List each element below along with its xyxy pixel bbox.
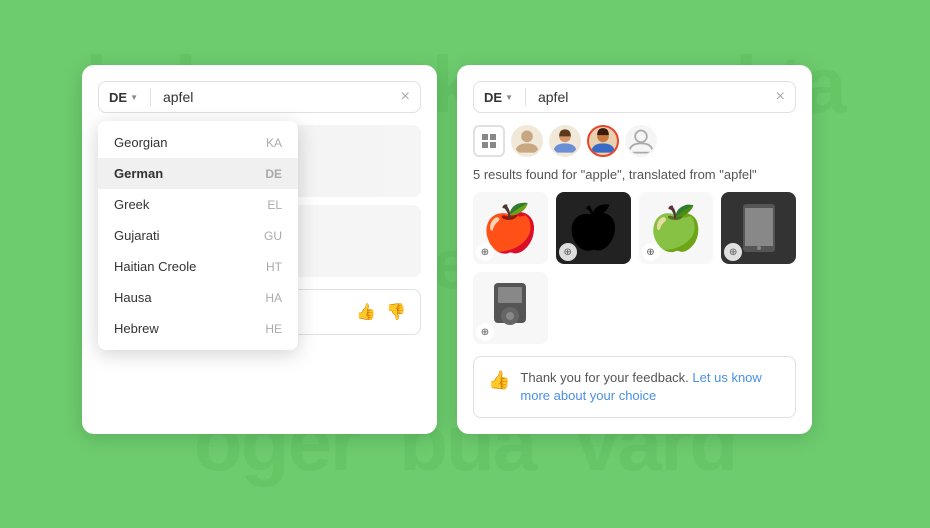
results-text: 5 results found for "apple", translated …	[473, 167, 796, 182]
dropdown-item-haitian-creole[interactable]: Haitian Creole HT	[98, 251, 298, 282]
zoom-button-5[interactable]: ⊕	[476, 323, 494, 341]
feedback-message: Thank you for your feedback. Let us know…	[520, 369, 781, 405]
tablet-image	[740, 204, 778, 252]
right-search-bar: DE ▼ ×	[473, 81, 796, 113]
zoom-button-2[interactable]: ⊕	[559, 243, 577, 261]
tab-avatar-1[interactable]	[511, 125, 543, 157]
dropdown-item-label: Greek	[114, 197, 149, 212]
image-result-4[interactable]: ⊕	[721, 192, 796, 264]
feedback-thank-you: Thank you for your feedback.	[520, 370, 688, 385]
avatar-tabs	[473, 125, 796, 157]
tab-avatar-2[interactable]	[549, 125, 581, 157]
image-result-1[interactable]: 🍎 ⊕	[473, 192, 548, 264]
dropdown-item-label: Haitian Creole	[114, 259, 196, 274]
panels-container: DE ▼ × Georgian KA German DE Greek EL Gu…	[82, 65, 812, 434]
left-search-bar: DE ▼ ×	[98, 81, 421, 113]
dropdown-item-hebrew[interactable]: Hebrew HE	[98, 313, 298, 344]
person-icon	[551, 127, 579, 155]
right-lang-selector[interactable]: DE ▼	[484, 90, 513, 105]
person-icon	[513, 127, 541, 155]
right-lang-code: DE	[484, 90, 502, 105]
search-divider	[525, 88, 526, 106]
dropdown-item-label: German	[114, 166, 163, 181]
search-divider	[150, 88, 151, 106]
zoom-button-3[interactable]: ⊕	[642, 243, 660, 261]
feedback-actions: 👍 👎	[356, 302, 406, 322]
left-lang-code: DE	[109, 90, 127, 105]
image-placeholder-6	[556, 272, 631, 344]
image-grid-row1: 🍎 ⊕ 🍎 ⊕ 🍏 ⊕ ⊕	[473, 192, 796, 264]
dropdown-item-label: Hausa	[114, 290, 152, 305]
tab-avatar-4[interactable]	[625, 125, 657, 157]
image-placeholder-7	[639, 272, 714, 344]
dropdown-item-code: HA	[265, 291, 282, 305]
left-panel: DE ▼ × Georgian KA German DE Greek EL Gu…	[82, 65, 437, 434]
image-result-3[interactable]: 🍏 ⊕	[639, 192, 714, 264]
dropdown-item-label: Gujarati	[114, 228, 160, 243]
dropdown-item-georgian[interactable]: Georgian KA	[98, 127, 298, 158]
dropdown-item-label: Hebrew	[114, 321, 159, 336]
right-clear-button[interactable]: ×	[776, 89, 785, 105]
ipod-image	[492, 283, 528, 333]
right-feedback-bar: 👍 Thank you for your feedback. Let us kn…	[473, 356, 796, 418]
dropdown-item-gujarati[interactable]: Gujarati GU	[98, 220, 298, 251]
zoom-button-4[interactable]: ⊕	[724, 243, 742, 261]
dropdown-item-code: KA	[266, 136, 282, 150]
dropdown-item-greek[interactable]: Greek EL	[98, 189, 298, 220]
dropdown-item-code: HE	[265, 322, 282, 336]
right-search-input[interactable]	[538, 89, 768, 105]
right-panel: DE ▼ ×	[457, 65, 812, 434]
chevron-down-icon: ▼	[505, 93, 513, 102]
left-clear-button[interactable]: ×	[401, 89, 410, 105]
thumbs-up-button[interactable]: 👍	[356, 302, 376, 322]
grid-icon	[482, 134, 496, 148]
dropdown-item-hausa[interactable]: Hausa HA	[98, 282, 298, 313]
dropdown-item-code: EL	[267, 198, 282, 212]
chevron-down-icon: ▼	[130, 93, 138, 102]
image-placeholder-8	[721, 272, 796, 344]
tab-avatar-3[interactable]	[587, 125, 619, 157]
zoom-button-1[interactable]: ⊕	[476, 243, 494, 261]
tab-grid-view[interactable]	[473, 125, 505, 157]
left-lang-selector[interactable]: DE ▼	[109, 90, 138, 105]
dropdown-item-code: DE	[265, 167, 282, 181]
language-dropdown: Georgian KA German DE Greek EL Gujarati …	[98, 121, 298, 350]
dropdown-item-label: Georgian	[114, 135, 167, 150]
thumbs-down-button[interactable]: 👎	[386, 302, 406, 322]
image-result-2[interactable]: 🍎 ⊕	[556, 192, 631, 264]
dropdown-item-german[interactable]: German DE	[98, 158, 298, 189]
person-icon	[589, 127, 617, 155]
dropdown-item-code: GU	[264, 229, 282, 243]
left-search-input[interactable]	[163, 89, 393, 105]
person-outline-icon	[627, 127, 655, 155]
image-result-5[interactable]: ⊕	[473, 272, 548, 344]
feedback-thumb-icon: 👍	[488, 370, 510, 391]
dropdown-item-code: HT	[266, 260, 282, 274]
